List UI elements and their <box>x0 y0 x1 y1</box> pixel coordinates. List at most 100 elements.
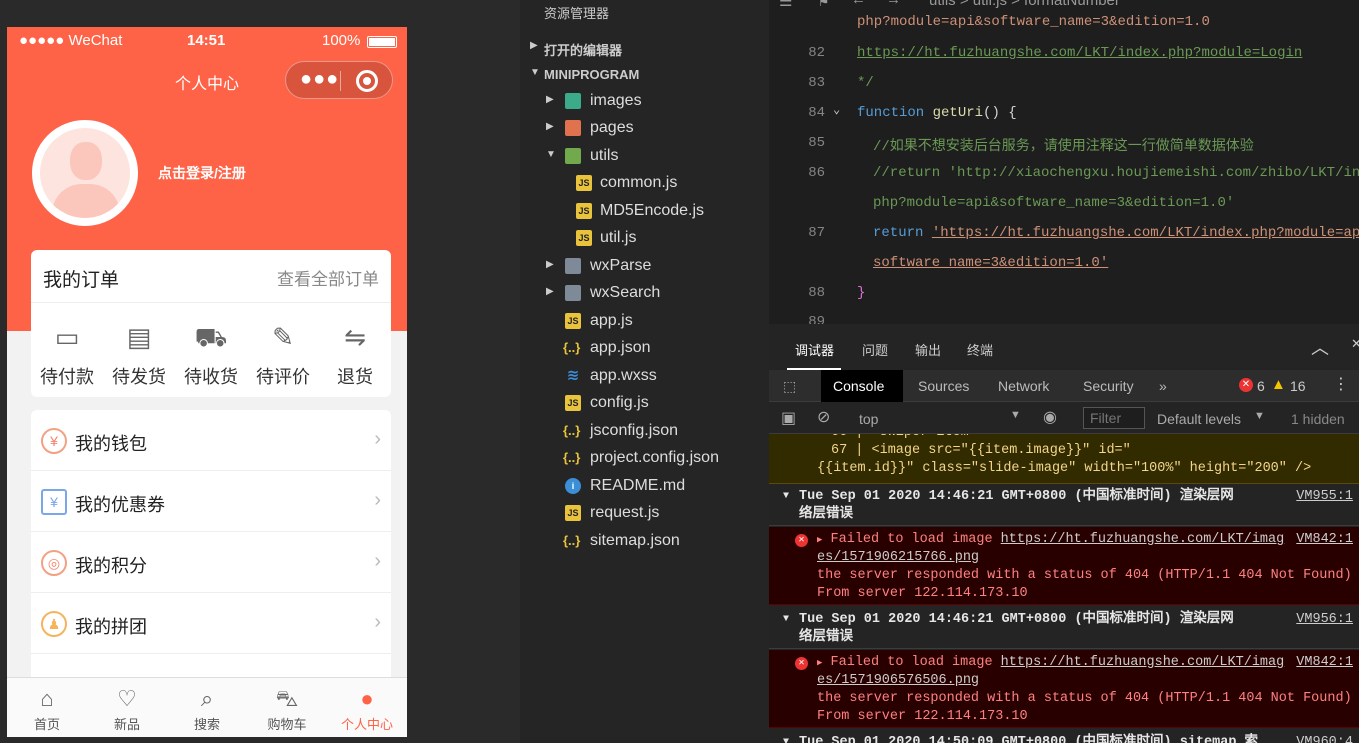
collapse-icon[interactable]: ︿ <box>1311 334 1329 360</box>
source-link[interactable]: VM955:1 <box>1296 488 1353 506</box>
file-name: util.js <box>600 229 637 246</box>
source-link[interactable]: VM842:1 <box>1296 531 1353 549</box>
menu-item-label: 我的优惠券 <box>75 495 165 515</box>
kebab-menu-icon[interactable]: ⋮ <box>1333 374 1349 394</box>
source-link[interactable]: VM842:1 <box>1296 654 1353 672</box>
tree-folder-wxparse[interactable]: ▶ wxParse <box>520 254 769 280</box>
log-line: 67 | <image src="{{item.image}}" id=" <box>831 443 1131 458</box>
tab-terminal[interactable]: 终端 <box>967 340 993 359</box>
tree-file-request-js[interactable]: JS request.js <box>520 501 769 527</box>
tab-output[interactable]: 输出 <box>915 340 941 359</box>
tab-console[interactable]: Console <box>821 370 903 402</box>
phone-screen: ●●●●● WeChat 14:51 100% 个人中心 ●●● 点击登录/注册… <box>7 27 407 737</box>
more-icon[interactable]: ●●● <box>300 68 339 91</box>
tree-file-app-js[interactable]: JS app.js <box>520 309 769 335</box>
error-url[interactable]: es/1571906215766.png <box>817 549 1359 567</box>
error-icon: ✕ <box>795 657 808 670</box>
line-number: 85 <box>808 135 825 151</box>
console-group-header[interactable]: ▼ Tue Sep 01 2020 14:46:21 GMT+0800 (中国标… <box>769 609 1359 649</box>
error-url[interactable]: es/1571906576506.png <box>817 672 1359 690</box>
tree-file-project-config-json[interactable]: {..} project.config.json <box>520 446 769 472</box>
tree-file-jsconfig-json[interactable]: {..} jsconfig.json <box>520 419 769 445</box>
breadcrumb-path[interactable]: utils > util.js > formatNumber <box>929 0 1120 9</box>
tab-new[interactable]: ♡ 新品 <box>87 678 167 737</box>
tab-network[interactable]: Network <box>986 370 1061 402</box>
capsule-divider <box>340 71 341 91</box>
console-warning-entry[interactable]: 66 | <swiper-item> 67 | <image src="{{it… <box>769 434 1359 484</box>
sidebar-toggle-icon[interactable]: ▣ <box>781 408 796 428</box>
error-detail: From server 122.114.173.10 <box>817 586 1028 601</box>
order-pending-receipt[interactable]: ⛟ 待收货 <box>175 320 247 389</box>
order-returns[interactable]: ⇋ 退货 <box>319 320 391 389</box>
bookmark-icon[interactable]: ⚑ <box>819 0 828 11</box>
log-levels-select[interactable]: Default levels <box>1157 411 1241 427</box>
tab-security[interactable]: Security <box>1071 370 1146 402</box>
menu-item-coupons[interactable]: ¥ 我的优惠券 › <box>31 471 391 532</box>
back-arrow-icon[interactable]: ← <box>854 0 863 9</box>
clear-console-icon[interactable]: ⊘ <box>817 407 830 427</box>
tab-search[interactable]: ⌕ 搜索 <box>167 678 247 737</box>
menu-item-wallet[interactable]: ¥ 我的钱包 › <box>31 410 391 471</box>
code-text: () { <box>983 105 1017 121</box>
tree-folder-pages[interactable]: ▶ pages <box>520 116 769 142</box>
menu-icon[interactable]: ☰ <box>779 0 792 11</box>
fold-chevron-icon[interactable]: ⌄ <box>833 102 840 117</box>
file-name: wxSearch <box>590 284 661 301</box>
tree-folder-utils[interactable]: ▼ utils <box>520 144 769 170</box>
chevron-right-icon: › <box>374 611 381 633</box>
menu-item-points[interactable]: ◎ 我的积分 › <box>31 532 391 593</box>
console-group-header[interactable]: ▼ Tue Sep 01 2020 14:50:09 GMT+0800 (中国标… <box>769 732 1359 743</box>
expand-triangle-icon[interactable]: ▶ <box>817 658 822 668</box>
filter-input[interactable] <box>1083 407 1145 429</box>
warning-count[interactable]: 16 <box>1290 378 1306 394</box>
console-group-header[interactable]: ▼ Tue Sep 01 2020 14:46:21 GMT+0800 (中国标… <box>769 486 1359 526</box>
tree-file-app-wxss[interactable]: ≋ app.wxss <box>520 364 769 390</box>
tab-profile[interactable]: ● 个人中心 <box>327 678 407 737</box>
tab-debugger[interactable]: 调试器 <box>795 340 834 359</box>
view-all-orders-link[interactable]: 查看全部订单 <box>277 265 379 290</box>
tree-file-app-json[interactable]: {..} app.json <box>520 336 769 362</box>
expand-triangle-icon[interactable]: ▶ <box>817 535 822 545</box>
tree-file-util-js[interactable]: JS util.js <box>520 226 769 252</box>
order-pending-shipment[interactable]: ▤ 待发货 <box>103 320 175 389</box>
inspect-element-icon[interactable]: ⬚ <box>771 370 808 402</box>
console-error-entry[interactable]: ✕ ▶ Failed to load image https://ht.fuzh… <box>769 650 1359 728</box>
tree-folder-wxsearch[interactable]: ▶ wxSearch <box>520 281 769 307</box>
forward-arrow-icon[interactable]: → <box>889 0 898 9</box>
file-name: sitemap.json <box>590 532 680 549</box>
project-section[interactable]: ▼ MINIPROGRAM <box>520 63 769 87</box>
avatar[interactable] <box>32 120 138 226</box>
battery-label: 100% <box>322 32 361 49</box>
tab-sources[interactable]: Sources <box>906 370 981 402</box>
person-icon: ● <box>360 686 374 711</box>
eye-icon[interactable]: ◉ <box>1043 407 1057 427</box>
error-message: Failed to load image <box>830 532 993 547</box>
tab-cart[interactable]: ⛍ 购物车 <box>247 678 327 737</box>
console-error-entry[interactable]: ✕ ▶ Failed to load image https://ht.fuzh… <box>769 527 1359 605</box>
close-icon[interactable]: ✕ <box>1351 336 1359 352</box>
tree-file-md5encode-js[interactable]: JS MD5Encode.js <box>520 199 769 225</box>
tree-file-config-js[interactable]: JS config.js <box>520 391 769 417</box>
tab-problems[interactable]: 问题 <box>862 340 888 359</box>
tree-file-readme-md[interactable]: i README.md <box>520 474 769 500</box>
box-icon: ▤ <box>126 322 152 352</box>
more-tabs-icon[interactable]: » <box>1147 370 1179 402</box>
login-register-link[interactable]: 点击登录/注册 <box>158 163 246 183</box>
tree-file-sitemap-json[interactable]: {..} sitemap.json <box>520 529 769 555</box>
error-url[interactable]: https://ht.fuzhuangshe.com/LKT/imag <box>1001 655 1285 670</box>
close-miniprogram-icon[interactable] <box>356 70 378 92</box>
order-pending-payment[interactable]: ▭ 待付款 <box>31 320 103 389</box>
order-pending-review[interactable]: ✎ 待评价 <box>247 320 319 389</box>
tree-folder-images[interactable]: ▶ images <box>520 89 769 115</box>
error-url[interactable]: https://ht.fuzhuangshe.com/LKT/imag <box>1001 532 1285 547</box>
tab-home[interactable]: ⌂ 首页 <box>7 678 87 737</box>
open-editors-section[interactable]: ▶ 打开的编辑器 <box>520 36 769 60</box>
code-editor[interactable]: ☰ ⚑ ← → utils > util.js > formatNumber p… <box>769 0 1359 324</box>
context-select[interactable]: top <box>859 411 878 427</box>
tree-file-common-js[interactable]: JS common.js <box>520 171 769 197</box>
source-link[interactable]: VM956:1 <box>1296 611 1353 629</box>
error-count[interactable]: 6 <box>1257 378 1265 394</box>
section-label: 打开的编辑器 <box>544 43 623 58</box>
source-link[interactable]: VM960:4 <box>1296 734 1353 743</box>
menu-item-group-buy[interactable]: ♟ 我的拼团 › <box>31 593 391 654</box>
